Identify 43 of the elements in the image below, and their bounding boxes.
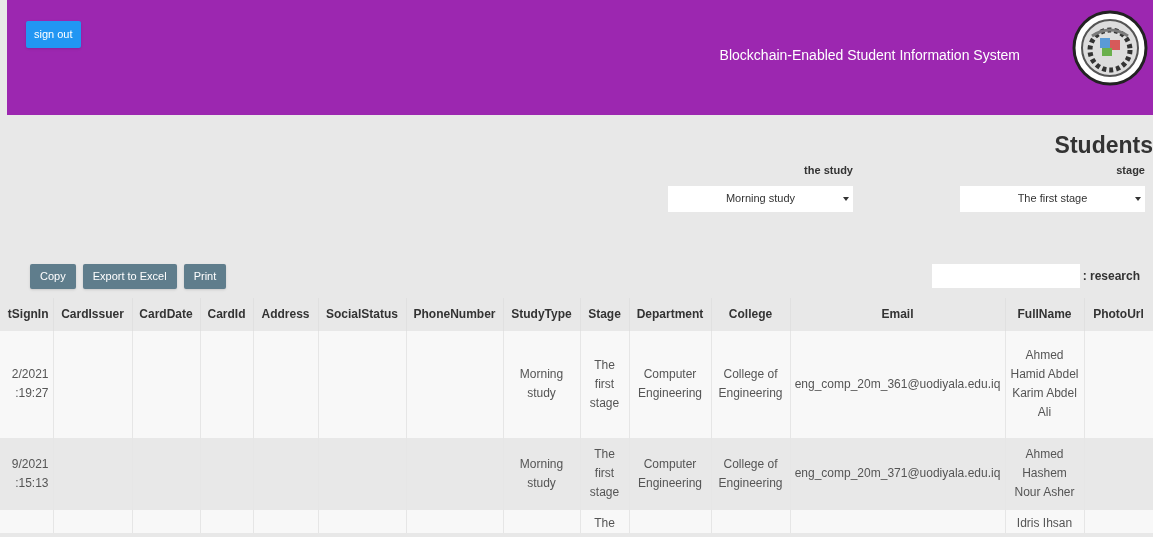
column-header[interactable]: CardDate: [132, 297, 200, 331]
column-header[interactable]: tSignIn: [0, 297, 53, 331]
university-seal-icon: [1072, 10, 1148, 86]
table-cell: Morning study: [519, 367, 564, 400]
column-header[interactable]: StudyType: [503, 297, 580, 331]
caret-icon: [843, 196, 849, 201]
table-cell: College of Engineering: [718, 456, 783, 490]
page-heading: Students: [1054, 131, 1153, 159]
table-cell: eng_comp_20m_371@uodiyala.edu.iq: [794, 466, 1001, 480]
toolbar-button[interactable]: Copy: [30, 263, 76, 289]
column-header[interactable]: CardId: [200, 297, 253, 331]
table-cell: Idris Ihsan: [1016, 515, 1073, 530]
table-cell: 9/2021 :15:13: [11, 456, 49, 490]
column-header[interactable]: FullName: [1005, 297, 1084, 331]
filter-label: the study: [804, 163, 853, 178]
table-cell: College of Engineering: [718, 367, 783, 400]
column-header[interactable]: Address: [253, 297, 318, 331]
table-cell: The first stage: [589, 447, 620, 499]
table-cell: The: [594, 515, 615, 530]
table-cell: The first stage: [589, 357, 620, 410]
toolbar-button[interactable]: Export to Excel: [82, 263, 177, 289]
column-header[interactable]: SocialStatus: [318, 297, 406, 331]
search-label: : research: [1082, 268, 1140, 285]
table-cell: Computer Engineering: [637, 456, 703, 490]
app-title: Blockchain-Enabled Student Information System: [719, 46, 1020, 65]
column-header[interactable]: Department: [629, 297, 711, 331]
filter-label: stage: [1116, 163, 1145, 178]
table-cell: Ahmed Hamid Abdel Karim Abdel Ali: [1010, 348, 1079, 419]
table-cell: Computer Engineering: [637, 367, 703, 400]
column-header[interactable]: Email: [790, 297, 1005, 331]
table-cell: eng_comp_20m_361@uodiyala.edu.iq: [794, 376, 1001, 391]
table-cell: Morning study: [519, 456, 564, 490]
column-header[interactable]: CardIssuer: [53, 297, 132, 331]
column-header[interactable]: Stage: [580, 297, 629, 331]
filter-dropdown[interactable]: The first stage: [960, 185, 1145, 212]
table-cell: Ahmed Hashem Nour Asher: [1014, 447, 1075, 499]
column-header[interactable]: PhotoUrl: [1084, 297, 1153, 331]
filter-dropdown[interactable]: Morning study: [668, 185, 853, 212]
column-header[interactable]: College: [711, 297, 790, 331]
column-header[interactable]: PhoneNumber: [406, 297, 503, 331]
toolbar-button[interactable]: Print: [183, 263, 227, 289]
caret-icon: [1135, 196, 1141, 201]
table-cell: 2/2021 :19:27: [11, 367, 49, 400]
